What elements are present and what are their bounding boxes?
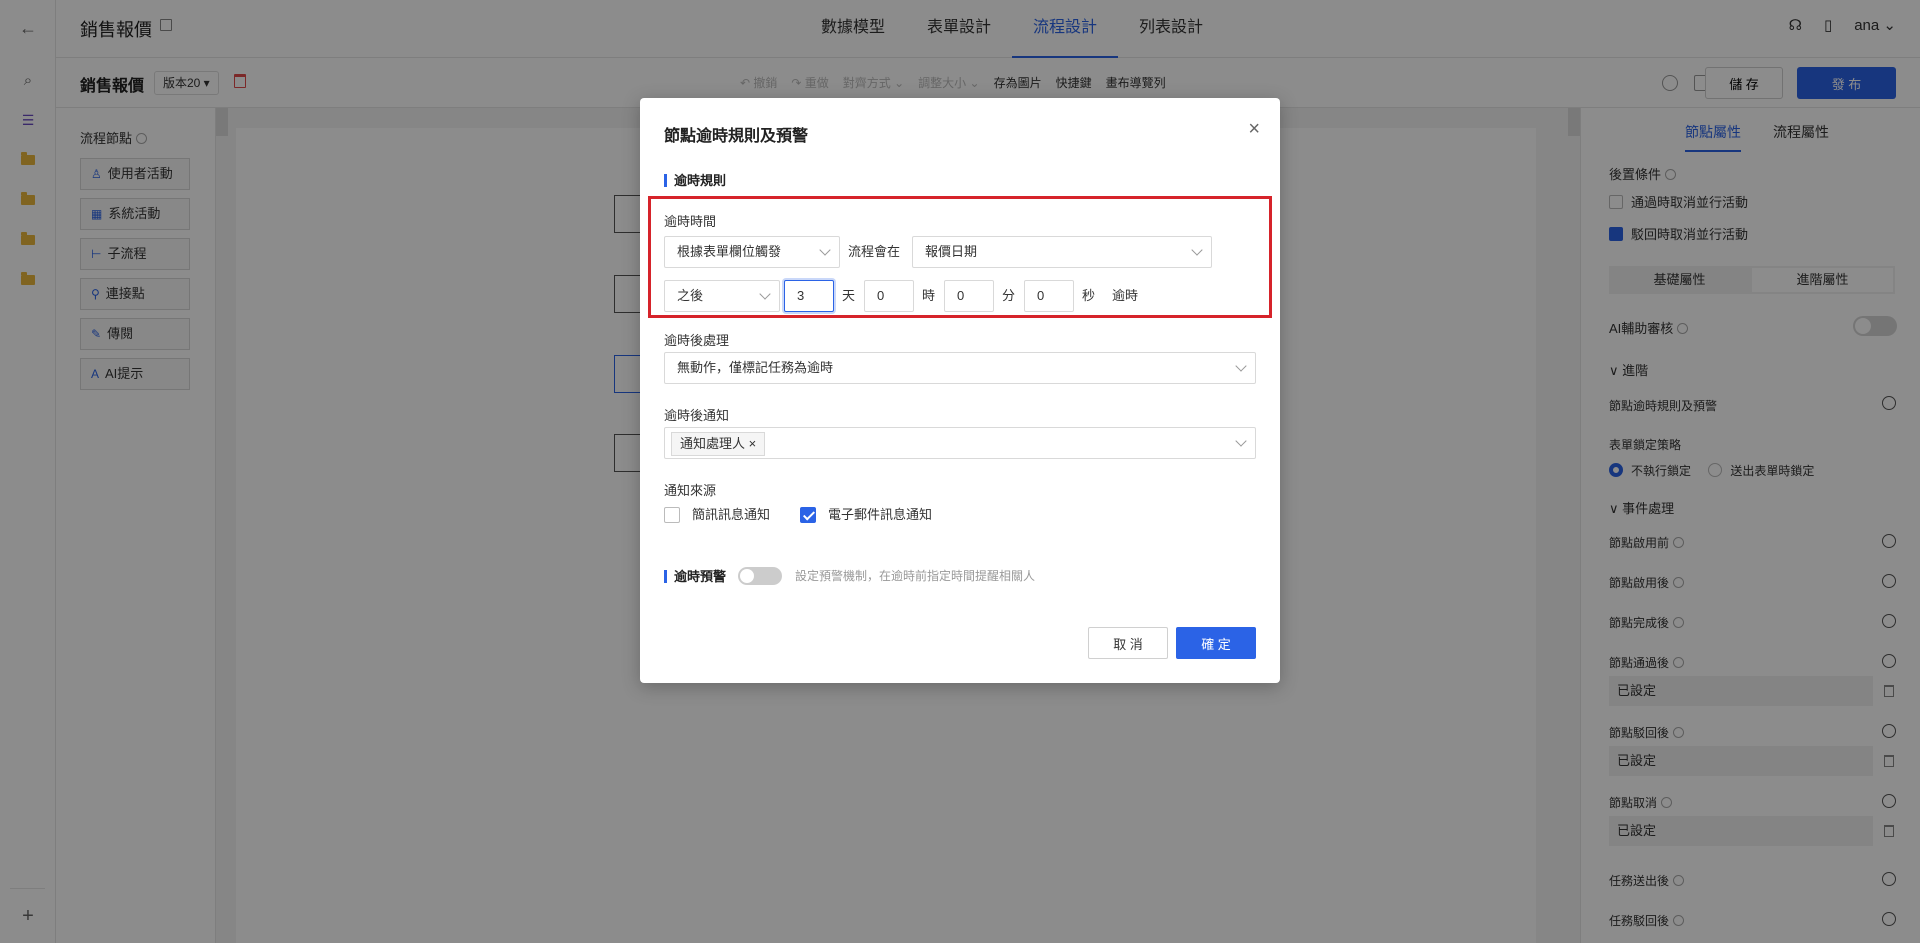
chevron-down-icon (1235, 360, 1247, 372)
email-checkbox[interactable] (800, 507, 816, 523)
trigger-select-value: 根據表單欄位觸發 (677, 244, 782, 259)
minutes-input[interactable]: 0 (944, 280, 994, 312)
flow-will-label: 流程會在 (848, 244, 901, 259)
timeout-time-label: 逾時時間 (664, 214, 717, 229)
confirm-button[interactable]: 確 定 (1176, 627, 1256, 659)
warning-hint: 設定預警機制，在逾時前指定時間提醒相關人 (795, 569, 1036, 583)
sms-label[interactable]: 簡訊訊息通知 (692, 499, 770, 531)
notify-select[interactable]: 通知處理人 × (664, 427, 1256, 459)
section-timeout-warning: 逾時預警 (664, 570, 726, 583)
date-field-value: 報價日期 (925, 244, 978, 259)
after-handling-select[interactable]: 無動作，僅標記任務為逾時 (664, 352, 1256, 384)
chevron-down-icon (1191, 244, 1203, 256)
notify-label: 逾時後通知 (664, 408, 730, 423)
after-handling-value: 無動作，僅標記任務為逾時 (677, 360, 834, 375)
trigger-select[interactable]: 根據表單欄位觸發 (664, 236, 840, 268)
minutes-unit: 分 (1002, 288, 1016, 303)
cancel-button[interactable]: 取 消 (1088, 627, 1168, 659)
sms-checkbox[interactable] (664, 507, 680, 523)
timeout-suffix: 逾時 (1112, 288, 1139, 303)
after-handling-label: 逾時後處理 (664, 333, 730, 348)
seconds-input[interactable]: 0 (1024, 280, 1074, 312)
notify-tag: 通知處理人 × (671, 432, 766, 456)
warning-toggle[interactable] (738, 567, 782, 585)
days-unit: 天 (842, 288, 856, 303)
seconds-unit: 秒 (1082, 288, 1096, 303)
email-label[interactable]: 電子郵件訊息通知 (828, 499, 932, 531)
chevron-down-icon (759, 288, 771, 300)
chevron-down-icon (819, 244, 831, 256)
date-field-select[interactable]: 報價日期 (912, 236, 1212, 268)
after-select[interactable]: 之後 (664, 280, 780, 312)
hours-input[interactable]: 0 (864, 280, 914, 312)
hours-unit: 時 (922, 288, 936, 303)
close-icon[interactable]: × (1248, 118, 1260, 141)
tag-close-icon[interactable]: × (749, 436, 757, 451)
after-select-value: 之後 (677, 288, 704, 303)
timeout-rule-dialog: 節點逾時規則及預警 × 逾時規則 逾時時間 根據表單欄位觸發 流程會在 報價日期… (640, 98, 1280, 683)
section-timeout-rule: 逾時規則 (664, 174, 726, 187)
dialog-title: 節點逾時規則及預警 (664, 128, 809, 145)
days-input[interactable]: 3 (784, 280, 834, 312)
chevron-down-icon (1235, 435, 1247, 447)
notify-source-label: 通知來源 (664, 483, 717, 498)
